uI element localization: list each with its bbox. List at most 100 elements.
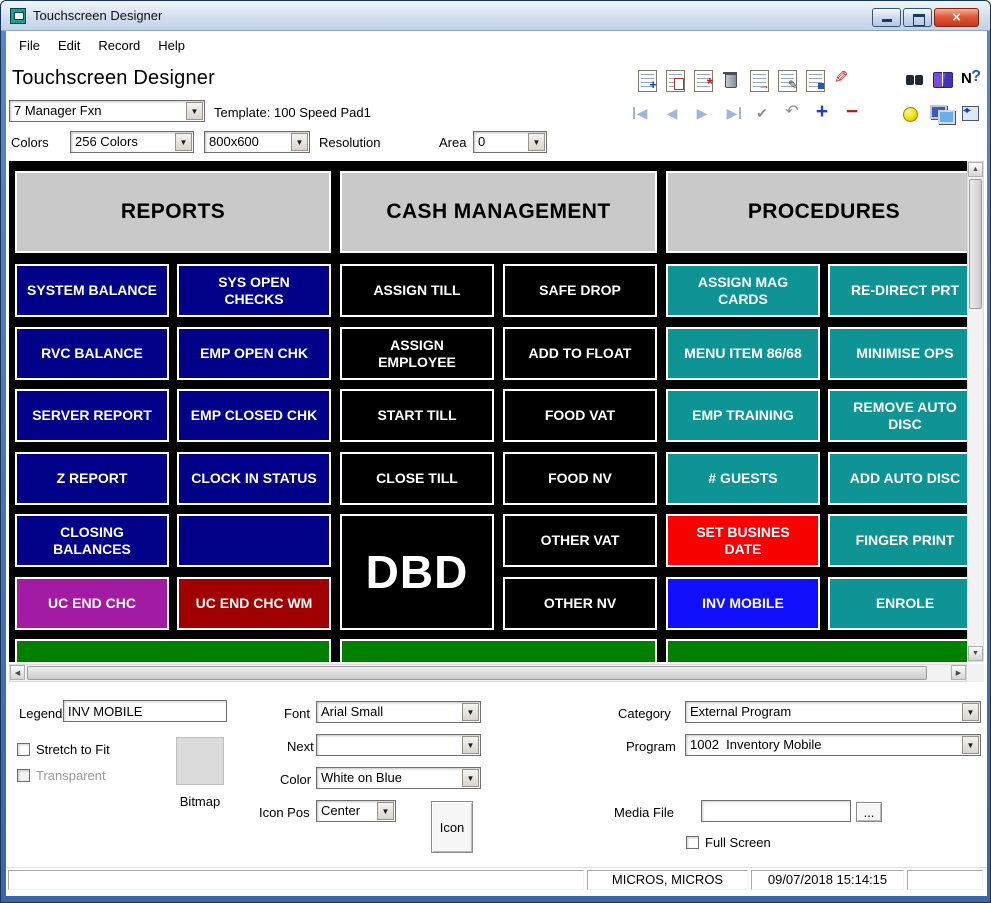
find-icon[interactable] <box>903 67 927 91</box>
touch-button[interactable]: ASSIGN TILL <box>340 264 494 317</box>
color-combobox[interactable]: White on Blue <box>316 767 481 789</box>
touch-button[interactable] <box>177 514 331 567</box>
menu-record[interactable]: Record <box>89 34 149 57</box>
touch-button[interactable]: ENROLE <box>828 577 967 630</box>
context-help-icon[interactable] <box>959 67 983 91</box>
chevron-down-icon[interactable] <box>175 133 192 151</box>
touch-button[interactable]: FINGER PRINT <box>828 514 967 567</box>
screen-combobox[interactable]: 7 Manager Fxn <box>9 100 205 122</box>
scroll-up-icon[interactable]: ▲ <box>968 162 983 177</box>
touch-button[interactable]: SET BUSINES DATE <box>666 514 820 567</box>
footer-bar[interactable] <box>15 639 331 662</box>
font-combobox[interactable]: Arial Small <box>316 701 481 723</box>
touch-button[interactable]: SYSTEM BALANCE <box>15 264 169 317</box>
menu-help[interactable]: Help <box>149 34 194 57</box>
media-file-input[interactable] <box>701 800 851 822</box>
touch-button[interactable]: SERVER REPORT <box>15 389 169 442</box>
touch-button[interactable]: RVC BALANCE <box>15 327 169 380</box>
area-combobox[interactable]: 0 <box>473 131 547 153</box>
undo-icon[interactable] <box>780 101 804 125</box>
scroll-left-icon[interactable]: ◀ <box>10 665 25 680</box>
next-record-icon[interactable] <box>690 101 714 125</box>
touch-button[interactable]: # GUESTS <box>666 452 820 505</box>
update-record-icon[interactable] <box>690 67 714 91</box>
menu-edit[interactable]: Edit <box>49 34 89 57</box>
chevron-down-icon[interactable] <box>962 736 979 754</box>
touch-button[interactable]: OTHER VAT <box>503 514 657 567</box>
remove-icon[interactable] <box>840 101 864 125</box>
print-record-icon[interactable] <box>746 67 770 91</box>
touch-button[interactable]: REMOVE AUTO DISC <box>828 389 967 442</box>
touch-button[interactable]: FOOD VAT <box>503 389 657 442</box>
delete-record-icon[interactable] <box>718 67 742 91</box>
menu-file[interactable]: File <box>10 34 49 57</box>
touch-button[interactable]: DBD <box>340 514 494 630</box>
edit-record-icon[interactable] <box>774 67 798 91</box>
close-button[interactable] <box>934 8 979 27</box>
chevron-down-icon[interactable] <box>462 736 479 754</box>
program-combobox[interactable]: 1002 Inventory Mobile <box>685 734 981 756</box>
vscrollbar[interactable]: ▲ ▼ <box>967 161 984 662</box>
touch-button[interactable]: ADD TO FLOAT <box>503 327 657 380</box>
touch-button[interactable]: START TILL <box>340 389 494 442</box>
icon-button[interactable]: Icon <box>431 801 473 853</box>
hscroll-thumb[interactable] <box>27 666 927 680</box>
touch-button[interactable]: ASSIGN MAG CARDS <box>666 264 820 317</box>
touch-button[interactable]: ADD AUTO DISC <box>828 452 967 505</box>
hint-icon[interactable] <box>899 101 923 125</box>
touch-button[interactable]: EMP TRAINING <box>666 389 820 442</box>
touch-button[interactable]: OTHER NV <box>503 577 657 630</box>
chevron-down-icon[interactable] <box>462 703 479 721</box>
touch-button[interactable]: UC END CHC WM <box>177 577 331 630</box>
scroll-down-icon[interactable]: ▼ <box>968 646 983 661</box>
touch-button[interactable]: RE-DIRECT PRT <box>828 264 967 317</box>
bitmap-preview[interactable] <box>176 737 224 785</box>
stretch-to-fit-checkbox[interactable]: Stretch to Fit <box>17 742 110 757</box>
legend-input[interactable] <box>63 700 227 722</box>
copy-record-icon[interactable] <box>662 67 686 91</box>
touch-button[interactable]: Z REPORT <box>15 452 169 505</box>
footer-bar[interactable] <box>340 639 657 662</box>
chevron-down-icon[interactable] <box>528 133 545 151</box>
prev-record-icon[interactable] <box>660 101 684 125</box>
touch-button[interactable]: CLOSE TILL <box>340 452 494 505</box>
hscrollbar[interactable]: ◀ ▶ <box>9 664 967 682</box>
touch-button[interactable]: SAFE DROP <box>503 264 657 317</box>
view-record-icon[interactable] <box>802 67 826 91</box>
insert-record-icon[interactable] <box>634 67 658 91</box>
touch-button[interactable]: UC END CHC <box>15 577 169 630</box>
last-record-icon[interactable] <box>720 101 744 125</box>
section-header-button[interactable]: PROCEDURES <box>666 171 967 253</box>
displays-icon[interactable] <box>929 101 953 125</box>
first-record-icon[interactable] <box>630 101 654 125</box>
touch-button[interactable]: ASSIGN EMPLOYEE <box>340 327 494 380</box>
transparent-checkbox[interactable]: Transparent <box>17 768 106 783</box>
documentation-icon[interactable] <box>931 67 955 91</box>
format-brush-icon[interactable] <box>830 67 854 91</box>
validate-icon[interactable] <box>750 101 774 125</box>
resolution-combobox[interactable]: 800x600 <box>204 131 310 153</box>
chevron-down-icon[interactable] <box>377 802 394 820</box>
touch-button[interactable]: CLOCK IN STATUS <box>177 452 331 505</box>
chevron-down-icon[interactable] <box>291 133 308 151</box>
touch-button[interactable]: SYS OPEN CHECKS <box>177 264 331 317</box>
touch-button[interactable]: MENU ITEM 86/68 <box>666 327 820 380</box>
exit-icon[interactable] <box>959 101 983 125</box>
minimize-button[interactable] <box>872 8 901 27</box>
icon-pos-combobox[interactable]: Center <box>316 800 396 822</box>
chevron-down-icon[interactable] <box>462 769 479 787</box>
next-combobox[interactable] <box>316 734 481 756</box>
chevron-down-icon[interactable] <box>186 102 203 120</box>
titlebar[interactable]: Touchscreen Designer <box>1 1 990 31</box>
touch-button[interactable]: FOOD NV <box>503 452 657 505</box>
vscroll-thumb[interactable] <box>969 179 982 309</box>
chevron-down-icon[interactable] <box>962 703 979 721</box>
maximize-button[interactable] <box>903 8 932 27</box>
touch-button[interactable]: EMP CLOSED CHK <box>177 389 331 442</box>
scroll-right-icon[interactable]: ▶ <box>951 665 966 680</box>
section-header-button[interactable]: CASH MANAGEMENT <box>340 171 657 253</box>
touch-button[interactable]: MINIMISE OPS <box>828 327 967 380</box>
touch-button[interactable]: CLOSING BALANCES <box>15 514 169 567</box>
browse-button[interactable]: ... <box>856 802 882 822</box>
touch-button[interactable]: EMP OPEN CHK <box>177 327 331 380</box>
